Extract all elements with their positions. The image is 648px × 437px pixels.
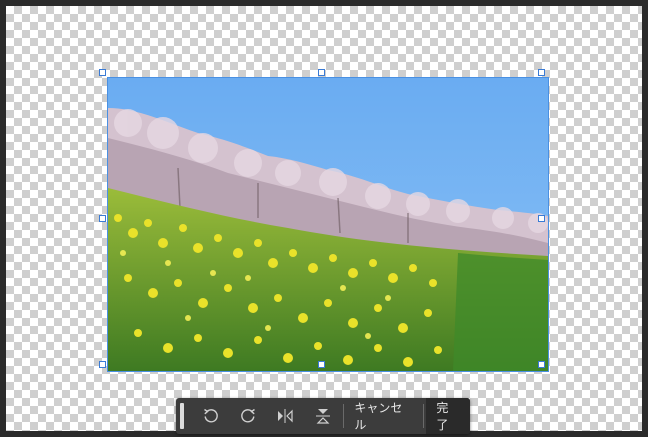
toolbar-separator bbox=[343, 404, 345, 428]
rotate-left-button[interactable] bbox=[192, 398, 229, 434]
rotate-ccw-icon bbox=[203, 408, 218, 423]
selected-photo[interactable] bbox=[107, 77, 549, 372]
resize-handle-bottom-left[interactable] bbox=[99, 361, 106, 368]
resize-handle-bottom-center[interactable] bbox=[318, 361, 325, 368]
rotate-right-button[interactable] bbox=[229, 398, 266, 434]
photo-image bbox=[108, 78, 548, 371]
resize-handle-top-left[interactable] bbox=[99, 69, 106, 76]
transparent-canvas bbox=[6, 6, 642, 431]
transform-toolbar: キャンセル 完了 bbox=[176, 398, 470, 434]
toolbar-drag-handle[interactable] bbox=[180, 403, 184, 429]
rotate-cw-icon bbox=[241, 408, 255, 423]
flip-horizontal-button[interactable] bbox=[267, 398, 304, 434]
resize-handle-bottom-right[interactable] bbox=[538, 361, 545, 368]
flip-horizontal-icon bbox=[278, 409, 293, 423]
resize-handle-top-right[interactable] bbox=[538, 69, 545, 76]
resize-handle-top-center[interactable] bbox=[318, 69, 325, 76]
cancel-button[interactable]: キャンセル bbox=[346, 398, 421, 434]
toolbar-separator bbox=[423, 404, 425, 428]
resize-handle-middle-left[interactable] bbox=[99, 215, 106, 222]
flip-vertical-icon bbox=[315, 409, 330, 424]
done-button[interactable]: 完了 bbox=[426, 398, 470, 434]
flip-vertical-button[interactable] bbox=[304, 398, 341, 434]
resize-handle-middle-right[interactable] bbox=[538, 215, 545, 222]
